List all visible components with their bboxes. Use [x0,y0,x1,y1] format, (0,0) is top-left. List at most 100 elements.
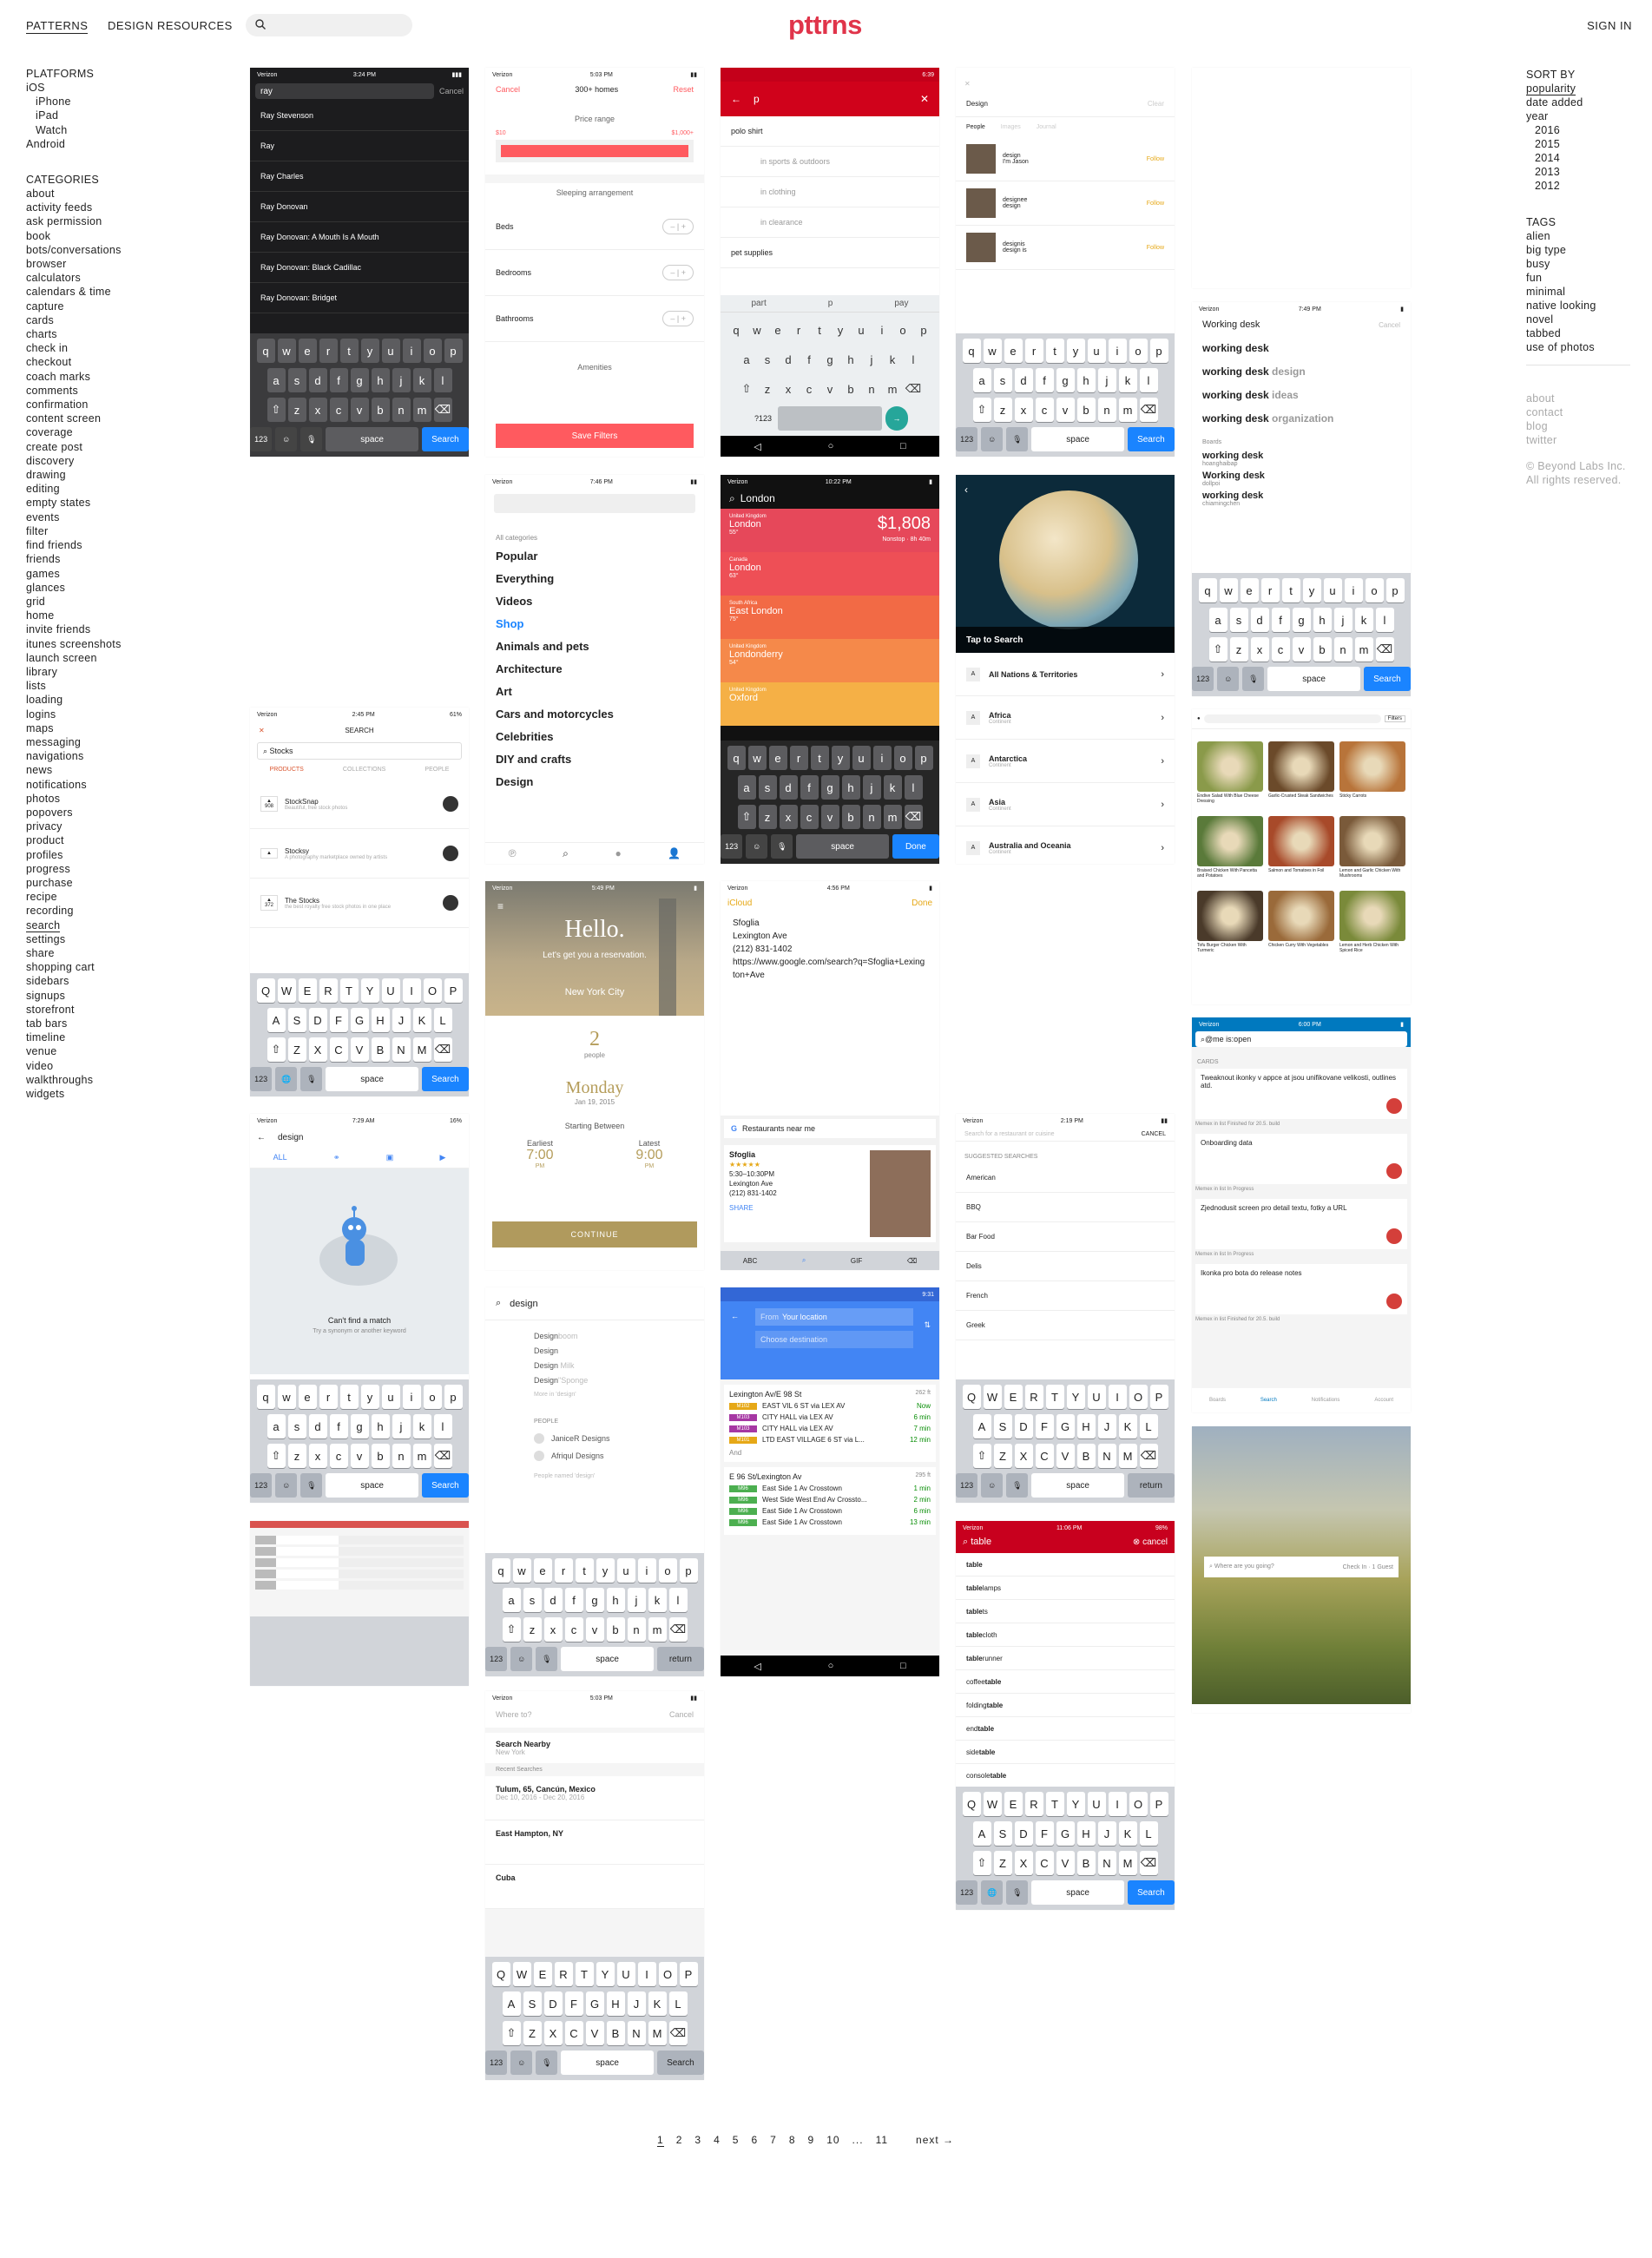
key[interactable]: R [1024,1385,1043,1409]
back-button[interactable]: iCloud [727,899,752,908]
key[interactable]: ⇧ [267,1444,286,1468]
key[interactable]: j [1097,368,1116,392]
category-item[interactable]: home [26,609,191,622]
continue-button[interactable]: CONTINUE [492,1221,697,1247]
category-item[interactable]: ask permission [26,214,191,228]
key[interactable]: e [533,1558,552,1583]
key[interactable]: H [1076,1821,1096,1846]
done-key[interactable]: Done [892,834,939,859]
key[interactable]: O [1129,1385,1148,1409]
key[interactable]: C [564,2021,583,2045]
menu-icon[interactable]: ● [1197,716,1201,721]
key[interactable]: f [329,1414,348,1438]
category-item[interactable]: events [26,510,191,524]
destination-card[interactable]: South Africa East London 75° [721,596,939,639]
suggestion-item[interactable]: table ts [956,1600,1175,1623]
key[interactable]: y [831,746,850,770]
key[interactable]: s [523,1588,542,1612]
key[interactable]: f [800,347,819,372]
key[interactable]: U [381,978,400,1003]
key[interactable]: q [1198,578,1217,602]
key[interactable]: z [287,398,306,422]
mic-key[interactable]: 🎙 [1006,427,1029,451]
category-item[interactable]: notifications [26,778,191,792]
platform-ios[interactable]: iOS [26,81,191,95]
category-item[interactable]: library [26,665,191,679]
key[interactable]: F [329,1008,348,1032]
key[interactable]: ⌫ [1139,1851,1158,1875]
key[interactable]: r [1024,339,1043,363]
done-button[interactable]: Done [912,899,932,908]
key[interactable]: N [1097,1444,1116,1468]
category-item[interactable]: Cars and motorcycles [485,703,704,726]
key[interactable]: d [543,1588,563,1612]
key[interactable]: g [350,1414,369,1438]
num-key[interactable]: 123 [250,1067,273,1091]
screenshot-tile[interactable]: Verizon 6:00 PM ▮ ⌕ @me is:open CARDS Twea… [1192,1017,1411,1412]
recipe-card[interactable]: Lemon and Herb Chicken With Spiced Rice [1339,891,1405,960]
symbols-key[interactable]: ?123 [752,406,774,431]
page-link[interactable]: 1 [657,2134,664,2147]
key[interactable]: u [616,1558,635,1583]
key[interactable]: ⇧ [737,805,756,829]
key[interactable]: N [627,2021,646,2045]
key[interactable]: J [1097,1821,1116,1846]
tag-item[interactable]: novel [1526,313,1648,326]
swap-icon[interactable]: ⇅ [924,1320,931,1330]
search-input[interactable] [272,16,405,36]
suggestion-item[interactable]: in clothing [721,177,939,207]
recent-item[interactable]: East Hampton, NY [485,1820,704,1865]
key[interactable]: l [1139,368,1158,392]
key[interactable]: c [564,1617,583,1642]
mic-key[interactable]: 🎙 [1006,1880,1029,1905]
card[interactable]: Ikonka pro bota do release notes [1195,1264,1407,1314]
key[interactable]: ⇧ [972,398,991,422]
key[interactable]: z [523,1617,542,1642]
suggestion-item[interactable]: working desk design [1202,360,1400,384]
key[interactable]: Q [962,1385,981,1409]
key[interactable]: w [512,1558,531,1583]
key[interactable]: w [277,1385,296,1409]
key[interactable]: q [727,318,746,342]
year-item[interactable]: 2016 [1526,123,1648,137]
category-item[interactable]: signups [26,989,191,1003]
footer-link[interactable]: contact [1526,405,1648,419]
recipe-card[interactable]: Lemon and Garlic Chicken With Mushrooms [1339,816,1405,885]
product-row[interactable]: ▲ Stocksy A photography marketplace owned … [250,829,469,879]
platform-android[interactable]: Android [26,137,191,151]
key[interactable]: n [1097,398,1116,422]
num-key[interactable]: 123 [485,2051,508,2075]
key[interactable]: p [1385,578,1405,602]
search-icon[interactable]: ⌕ [802,1256,806,1265]
key[interactable]: B [371,1037,390,1062]
key[interactable]: Z [993,1444,1012,1468]
key[interactable]: v [585,1617,604,1642]
key[interactable]: M [648,2021,667,2045]
filter-button[interactable]: Filters [1384,715,1405,722]
key[interactable]: K [648,1991,667,2016]
recent-item[interactable]: Cuba [485,1865,704,1909]
key[interactable]: Y [1066,1385,1085,1409]
category-item[interactable]: cards [26,313,191,327]
video-icon[interactable]: ▶ [439,1153,445,1162]
category-item[interactable]: checkout [26,355,191,369]
search-key[interactable]: Search [656,2051,704,2075]
mic-key[interactable]: 🎙 [1006,1473,1029,1498]
key[interactable]: F [564,1991,583,2016]
key[interactable]: A [502,1991,521,2016]
suggestion-item[interactable]: table lamps [956,1577,1175,1600]
key[interactable]: ⇧ [267,1037,286,1062]
mic-key[interactable]: 🎙 [536,2051,558,2075]
key[interactable]: g [350,368,369,392]
key[interactable]: t [1045,339,1064,363]
key[interactable]: q [491,1558,510,1583]
result-item[interactable]: Ray Stevenson [250,101,469,131]
category-item[interactable]: DIY and crafts [485,748,704,771]
key[interactable]: l [433,368,452,392]
key[interactable]: u [381,339,400,363]
key[interactable]: e [768,746,787,770]
key[interactable]: U [1087,1385,1106,1409]
key[interactable]: f [1035,368,1054,392]
recipe-card[interactable]: Chicken Curry With Vegetables [1268,891,1334,960]
route-row[interactable]: M96 West Side West End Av Crossto... 2 min [729,1496,931,1504]
